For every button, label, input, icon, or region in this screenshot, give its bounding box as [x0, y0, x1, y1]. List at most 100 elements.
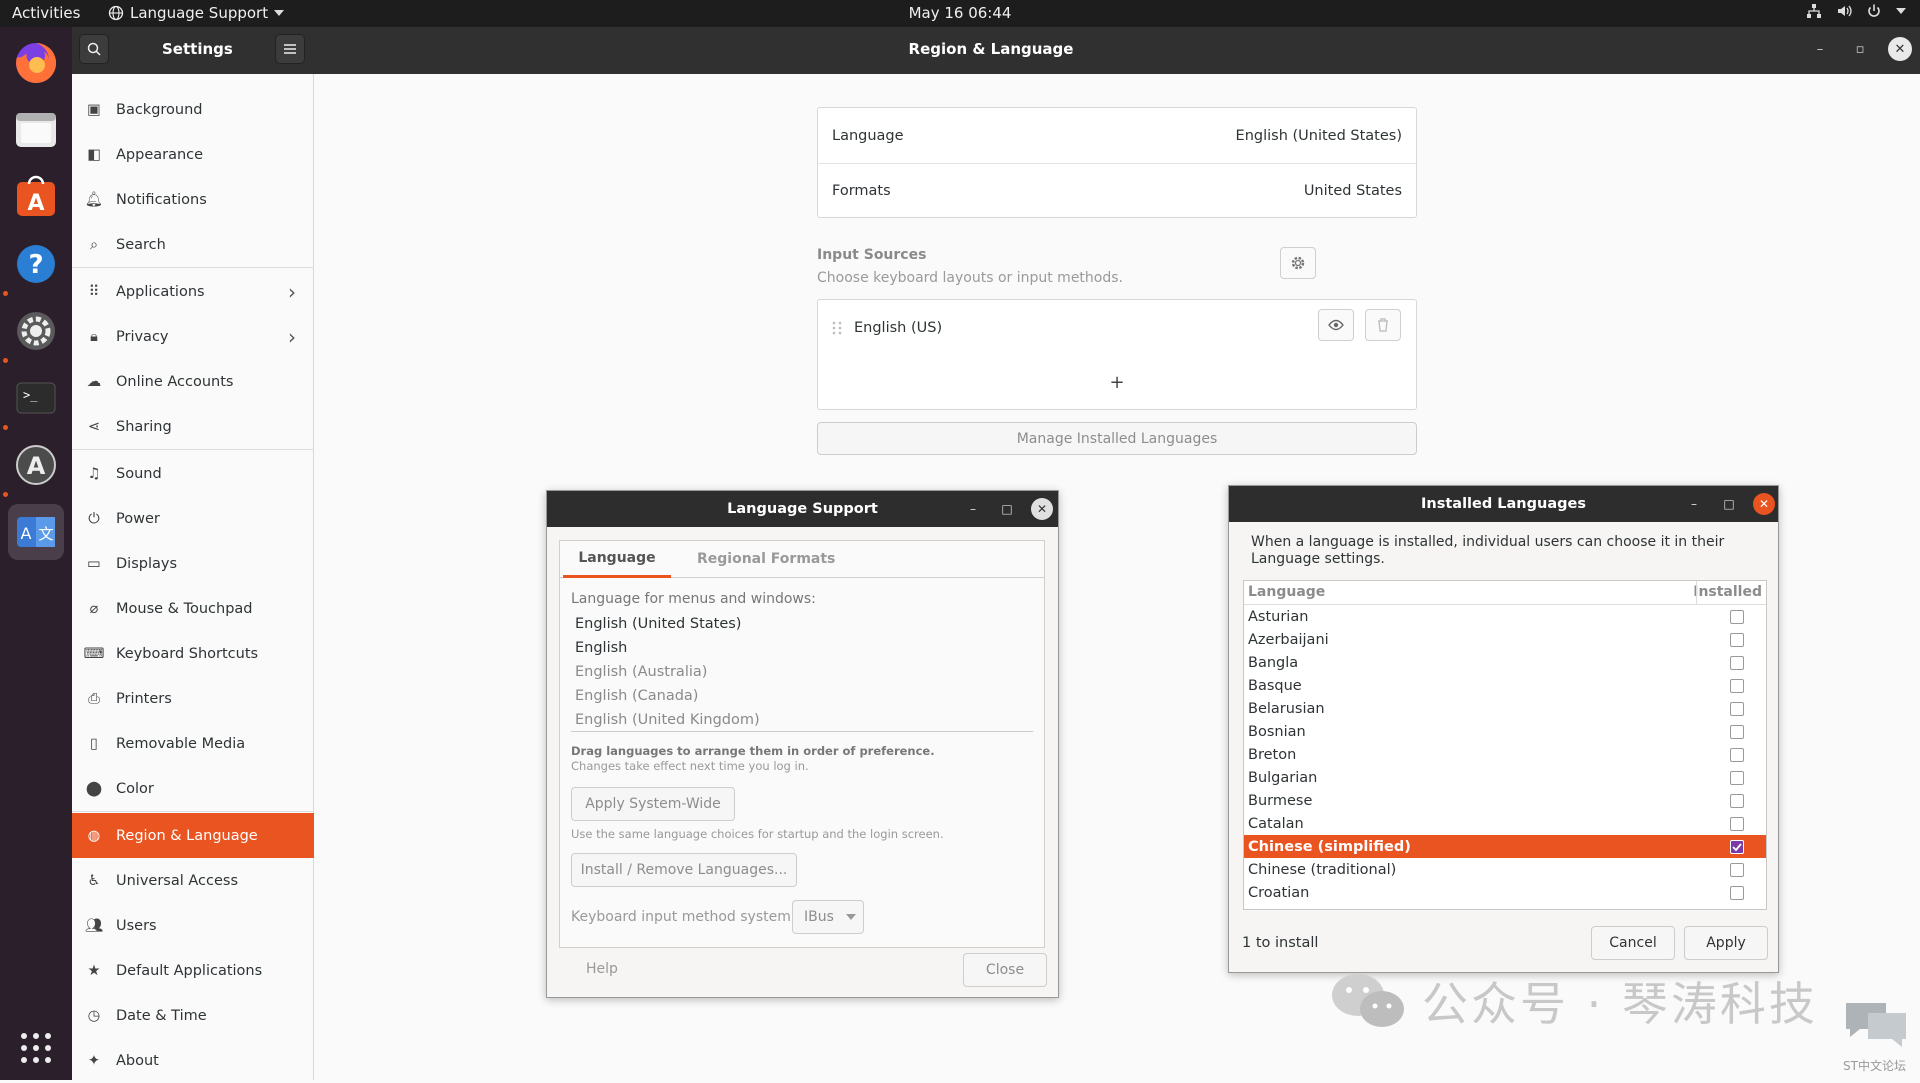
installed-checkbox[interactable] — [1730, 632, 1744, 647]
menu-button[interactable] — [275, 34, 305, 64]
dock-language-support[interactable]: A文 — [8, 504, 64, 560]
installed-checkbox[interactable] — [1730, 609, 1744, 624]
dock-help[interactable]: ? — [8, 236, 64, 292]
install-remove-languages-button[interactable]: Install / Remove Languages... — [571, 853, 797, 887]
tab-language[interactable]: Language — [563, 540, 671, 578]
installed-checkbox[interactable] — [1730, 816, 1744, 831]
table-row[interactable]: Basque — [1244, 674, 1766, 697]
sidebar-item-color[interactable]: ⬤ Color — [72, 766, 314, 811]
sidebar-item-displays[interactable]: ▭ Displays — [72, 541, 314, 586]
close-dialog-button[interactable]: Close — [963, 953, 1047, 987]
system-tray[interactable] — [1806, 3, 1906, 19]
close-button[interactable]: ✕ — [1888, 37, 1912, 61]
remove-input-button[interactable] — [1365, 309, 1401, 341]
sidebar-item-applications[interactable]: ⠿ Applications › — [72, 269, 314, 314]
sidebar-item-search[interactable]: ⌕ Search — [72, 222, 314, 267]
col-installed-header[interactable]: Installed — [1693, 584, 1762, 600]
clock[interactable]: May 16 06:44 — [909, 4, 1012, 22]
table-row[interactable]: Asturian — [1244, 605, 1766, 628]
maximize-button[interactable]: □ — [1718, 493, 1740, 515]
close-button[interactable]: ✕ — [1753, 493, 1775, 515]
sidebar-item-printers[interactable]: ⎙ Printers — [72, 676, 314, 721]
activities-button[interactable]: Activities — [12, 4, 80, 22]
sidebar-item-power[interactable]: ⏻ Power — [72, 496, 314, 541]
show-applications-button[interactable] — [8, 1020, 64, 1076]
language-list-item[interactable]: English (Australia) — [571, 660, 1033, 684]
maximize-button[interactable]: ▫ — [1848, 37, 1872, 61]
close-button[interactable]: ✕ — [1031, 498, 1053, 520]
table-row[interactable]: Chinese (traditional) — [1244, 858, 1766, 881]
formats-row[interactable]: Formats United States — [818, 163, 1416, 218]
dock-firefox[interactable] — [8, 35, 64, 91]
dock-settings[interactable] — [8, 303, 64, 359]
installed-checkbox[interactable] — [1730, 839, 1744, 854]
tab-regional-formats[interactable]: Regional Formats — [697, 540, 835, 578]
sidebar-item-region-language[interactable]: ◍ Region & Language — [72, 813, 314, 858]
table-row[interactable]: Chinese (simplified) — [1244, 835, 1766, 858]
sidebar-item-keyboard-shortcuts[interactable]: ⌨ Keyboard Shortcuts — [72, 631, 314, 676]
installed-checkbox[interactable] — [1730, 885, 1744, 900]
input-options-button[interactable] — [1280, 247, 1316, 279]
col-language-header[interactable]: Language — [1248, 584, 1325, 600]
installed-checkbox[interactable] — [1730, 908, 1744, 909]
sidebar-item-about[interactable]: ✦ About — [72, 1038, 314, 1083]
sidebar-item-privacy[interactable]: 🔒︎ Privacy › — [72, 314, 314, 359]
manage-installed-languages-button[interactable]: Manage Installed Languages — [817, 422, 1417, 455]
apply-system-wide-button[interactable]: Apply System-Wide — [571, 787, 735, 821]
installed-checkbox[interactable] — [1730, 862, 1744, 877]
table-row[interactable]: Burmese — [1244, 789, 1766, 812]
table-row[interactable]: Bosnian — [1244, 720, 1766, 743]
installed-checkbox[interactable] — [1730, 724, 1744, 739]
sidebar-item-universal-access[interactable]: ♿︎ Universal Access — [72, 858, 314, 903]
table-row[interactable]: Bulgarian — [1244, 766, 1766, 789]
sidebar-item-sound[interactable]: ♫ Sound — [72, 451, 314, 496]
dock-software-updater[interactable]: A — [8, 437, 64, 493]
table-row[interactable]: Catalan — [1244, 812, 1766, 835]
sidebar-item-online-accounts[interactable]: ☁ Online Accounts — [72, 359, 314, 404]
table-row[interactable]: Belarusian — [1244, 697, 1766, 720]
drag-handle-icon[interactable] — [832, 320, 842, 336]
maximize-button[interactable]: □ — [996, 498, 1018, 520]
sidebar-item-default-applications[interactable]: ★ Default Applications — [72, 948, 314, 993]
sidebar-item-mouse-touchpad[interactable]: ⌀ Mouse & Touchpad — [72, 586, 314, 631]
installed-checkbox[interactable] — [1730, 701, 1744, 716]
input-method-select[interactable]: IBus — [792, 900, 864, 934]
installed-checkbox[interactable] — [1730, 747, 1744, 762]
installed-checkbox[interactable] — [1730, 793, 1744, 808]
sidebar-item-removable-media[interactable]: ▯ Removable Media — [72, 721, 314, 766]
language-list-item[interactable]: English (United States) — [571, 612, 1033, 636]
cancel-button[interactable]: Cancel — [1591, 926, 1675, 960]
dock-software[interactable]: A — [8, 169, 64, 225]
table-row[interactable]: Bangla — [1244, 651, 1766, 674]
minimize-button[interactable]: – — [1683, 493, 1705, 515]
app-menu[interactable]: Language Support — [108, 4, 285, 22]
sidebar-item-users[interactable]: 👥︎ Users — [72, 903, 314, 948]
preview-layout-button[interactable] — [1318, 309, 1354, 341]
sidebar-item-background[interactable]: ▣ Background — [72, 87, 314, 132]
sidebar-item-notifications[interactable]: 🔔︎ Notifications — [72, 177, 314, 222]
language-row[interactable]: Language English (United States) — [818, 108, 1416, 163]
language-preference-list[interactable]: English (United States) English English (A… — [571, 612, 1033, 732]
table-row[interactable]: Croatian — [1244, 881, 1766, 904]
language-list-item[interactable]: English — [571, 636, 1033, 660]
minimize-button[interactable]: – — [962, 498, 984, 520]
language-list-item[interactable]: English (Canada) — [571, 684, 1033, 708]
minimize-button[interactable]: – — [1808, 37, 1832, 61]
search-button[interactable] — [79, 34, 109, 64]
dock-terminal[interactable]: >_ — [8, 370, 64, 426]
apply-button[interactable]: Apply — [1684, 926, 1768, 960]
sidebar-item-appearance[interactable]: ◧ Appearance — [72, 132, 314, 177]
sidebar-item-date-time[interactable]: ◷ Date & Time — [72, 993, 314, 1038]
language-list-item[interactable]: English (United Kingdom) — [571, 708, 1033, 731]
sidebar-item-sharing[interactable]: ⋖ Sharing — [72, 404, 314, 449]
add-input-source-button[interactable]: + — [818, 355, 1416, 410]
table-row[interactable]: Azerbaijani — [1244, 628, 1766, 651]
installed-checkbox[interactable] — [1730, 678, 1744, 693]
table-row[interactable]: Czech — [1244, 904, 1766, 909]
table-row[interactable]: Breton — [1244, 743, 1766, 766]
language-table[interactable]: Language Installed Asturian Azerbaijani Ba… — [1243, 580, 1767, 910]
installed-checkbox[interactable] — [1730, 655, 1744, 670]
help-button[interactable]: Help — [586, 961, 618, 977]
dock-files[interactable] — [8, 102, 64, 158]
installed-checkbox[interactable] — [1730, 770, 1744, 785]
